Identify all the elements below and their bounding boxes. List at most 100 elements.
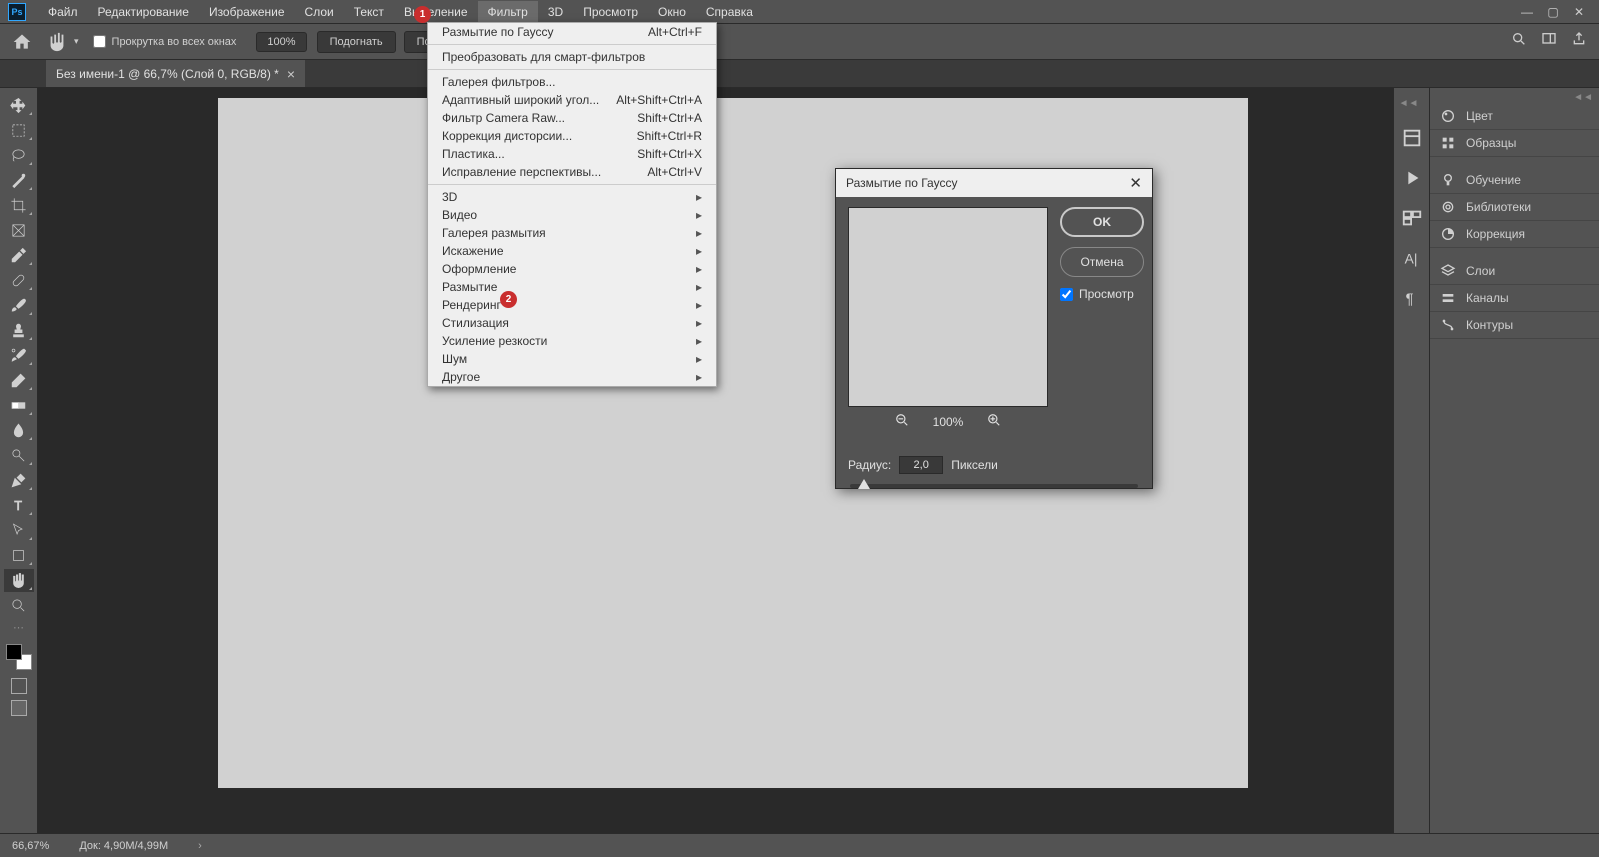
gradient-tool[interactable]	[4, 394, 34, 417]
filter-menu-item[interactable]: 3D▸	[428, 188, 716, 206]
menu-window[interactable]: Окно	[648, 1, 696, 23]
filter-menu-item[interactable]: Фильтр Camera Raw...Shift+Ctrl+A	[428, 109, 716, 127]
dialog-cancel-button[interactable]: Отмена	[1060, 247, 1144, 277]
quickmask-toggle[interactable]	[11, 678, 27, 694]
radius-input[interactable]	[899, 456, 943, 474]
wand-tool[interactable]	[4, 169, 34, 192]
menu-filter[interactable]: Фильтр	[478, 1, 538, 23]
color-swatches[interactable]	[6, 644, 32, 670]
properties-icon[interactable]	[1401, 207, 1423, 229]
panel-adjustments[interactable]: Коррекция	[1430, 221, 1599, 248]
slider-handle[interactable]	[858, 479, 870, 489]
menu-view[interactable]: Просмотр	[573, 1, 648, 23]
menu-text[interactable]: Текст	[344, 1, 394, 23]
blur-tool[interactable]	[4, 419, 34, 442]
eyedropper-tool[interactable]	[4, 244, 34, 267]
search-icon[interactable]	[1511, 31, 1527, 52]
shape-tool[interactable]	[4, 544, 34, 567]
filter-menu-item[interactable]: Галерея фильтров...	[428, 73, 716, 91]
close-button[interactable]: ✕	[1567, 3, 1591, 21]
share-icon[interactable]	[1571, 31, 1587, 52]
dialog-titlebar[interactable]: Размытие по Гауссу ✕	[836, 169, 1152, 197]
dock-collapse-icon-2[interactable]: ◄◄	[1430, 92, 1599, 103]
status-doc[interactable]: Док: 4,90M/4,99M	[79, 840, 168, 852]
panel-swatches[interactable]: Образцы	[1430, 130, 1599, 157]
zoom-tool[interactable]	[4, 594, 34, 617]
status-chevron-icon[interactable]: ›	[198, 840, 202, 852]
zoom-out-icon[interactable]	[895, 413, 909, 430]
dock-collapse-icon[interactable]: ◄◄	[1399, 98, 1425, 109]
workspace-icon[interactable]	[1541, 31, 1557, 52]
zoom-in-icon[interactable]	[987, 413, 1001, 430]
hand-tool-icon[interactable]	[46, 31, 68, 53]
filter-menu-item[interactable]: Рендеринг▸	[428, 296, 716, 314]
tab-close-icon[interactable]: ×	[287, 66, 295, 82]
filter-menu-item[interactable]: Исправление перспективы...Alt+Ctrl+V	[428, 163, 716, 181]
filter-menu-item[interactable]: Стилизация▸	[428, 314, 716, 332]
eraser-tool[interactable]	[4, 369, 34, 392]
pen-tool[interactable]	[4, 469, 34, 492]
filter-menu-item[interactable]: Шум▸	[428, 350, 716, 368]
paragraph-icon[interactable]: ¶	[1401, 287, 1423, 309]
minimize-button[interactable]: —	[1515, 3, 1539, 21]
filter-menu-item[interactable]: Усиление резкости▸	[428, 332, 716, 350]
fit-button[interactable]: Подогнать	[317, 31, 396, 53]
history-icon[interactable]	[1401, 127, 1423, 149]
dodge-tool[interactable]	[4, 444, 34, 467]
document-tab-title: Без имени-1 @ 66,7% (Слой 0, RGB/8) *	[56, 67, 279, 81]
play-icon[interactable]	[1401, 167, 1423, 189]
panel-color[interactable]: Цвет	[1430, 103, 1599, 130]
crop-tool[interactable]	[4, 194, 34, 217]
move-tool[interactable]	[4, 94, 34, 117]
menu-edit[interactable]: Редактирование	[88, 1, 199, 23]
tools-overflow-icon[interactable]: ⋯	[13, 621, 24, 634]
heal-tool[interactable]	[4, 269, 34, 292]
dialog-preview[interactable]	[848, 207, 1048, 407]
menu-image[interactable]: Изображение	[199, 1, 295, 23]
panel-paths[interactable]: Контуры	[1430, 312, 1599, 339]
filter-menu-item[interactable]: Искажение▸	[428, 242, 716, 260]
filter-menu-item[interactable]: Видео▸	[428, 206, 716, 224]
filter-menu-item[interactable]: Другое▸	[428, 368, 716, 386]
stamp-tool[interactable]	[4, 319, 34, 342]
filter-menu-item[interactable]: Размытие▸	[428, 278, 716, 296]
filter-menu-item[interactable]: Оформление▸	[428, 260, 716, 278]
menu-select[interactable]: Выделение	[394, 1, 478, 23]
dialog-preview-checkbox[interactable]: Просмотр	[1060, 287, 1144, 301]
scroll-all-windows-checkbox[interactable]: Прокрутка во всех окнах	[93, 35, 237, 48]
panel-layers[interactable]: Слои	[1430, 258, 1599, 285]
panel-libraries[interactable]: Библиотеки	[1430, 194, 1599, 221]
history-brush-tool[interactable]	[4, 344, 34, 367]
filter-menu-item[interactable]: Коррекция дисторсии...Shift+Ctrl+R	[428, 127, 716, 145]
filter-menu-item[interactable]: Размытие по ГауссуAlt+Ctrl+F	[428, 23, 716, 41]
frame-tool[interactable]	[4, 219, 34, 242]
maximize-button[interactable]: ▢	[1541, 3, 1565, 21]
menu-3d[interactable]: 3D	[538, 1, 573, 23]
panel-channels[interactable]: Каналы	[1430, 285, 1599, 312]
foreground-color-swatch[interactable]	[6, 644, 22, 660]
path-select-tool[interactable]	[4, 519, 34, 542]
lasso-tool[interactable]	[4, 144, 34, 167]
brush-tool[interactable]	[4, 294, 34, 317]
type-tool[interactable]: T	[4, 494, 34, 517]
filter-menu-item[interactable]: Галерея размытия▸	[428, 224, 716, 242]
menu-file[interactable]: Файл	[38, 1, 88, 23]
marquee-tool[interactable]	[4, 119, 34, 142]
zoom-field[interactable]: 100%	[256, 32, 306, 52]
menu-layers[interactable]: Слои	[295, 1, 344, 23]
menu-help[interactable]: Справка	[696, 1, 763, 23]
hand-tool[interactable]	[4, 569, 34, 592]
status-zoom[interactable]: 66,67%	[12, 840, 49, 852]
dropdown-chevron-icon[interactable]: ▾	[74, 36, 79, 47]
panel-learn[interactable]: Обучение	[1430, 167, 1599, 194]
dialog-ok-button[interactable]: OK	[1060, 207, 1144, 237]
character-icon[interactable]: A|	[1401, 247, 1423, 269]
filter-menu-item[interactable]: Пластика...Shift+Ctrl+X	[428, 145, 716, 163]
home-icon[interactable]	[12, 32, 32, 52]
filter-menu-item[interactable]: Преобразовать для смарт-фильтров	[428, 48, 716, 66]
document-tab[interactable]: Без имени-1 @ 66,7% (Слой 0, RGB/8) * ×	[46, 60, 305, 87]
filter-menu-item[interactable]: Адаптивный широкий угол...Alt+Shift+Ctrl…	[428, 91, 716, 109]
screenmode-toggle[interactable]	[11, 700, 27, 716]
radius-slider[interactable]	[850, 484, 1138, 488]
dialog-close-icon[interactable]: ✕	[1129, 174, 1142, 192]
